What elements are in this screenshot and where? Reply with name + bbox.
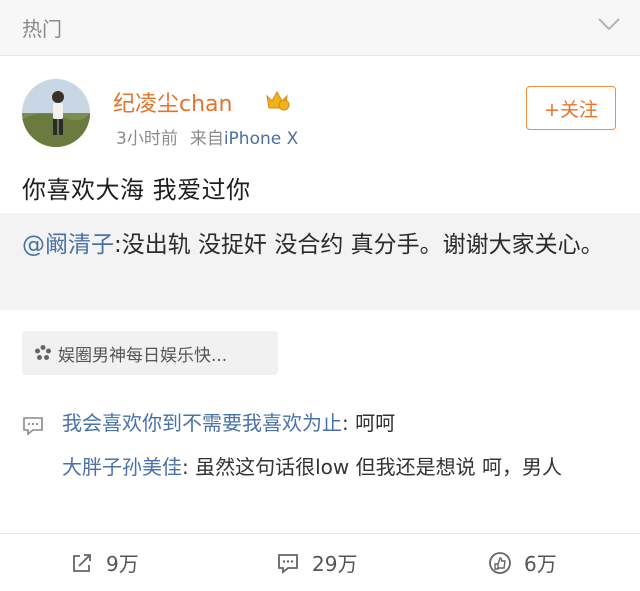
comment-author[interactable]: 我会喜欢你到不需要我喜欢为止 — [62, 411, 342, 435]
comment-author[interactable]: 大胖子孙美佳 — [62, 455, 182, 479]
comment-item: 我会喜欢你到不需要我喜欢为止: 呵呵 — [62, 407, 622, 439]
comment-text: : 虽然这句话很low 但我还是想说 呵，男人 — [182, 455, 562, 479]
share-button[interactable]: 9万 — [70, 548, 139, 577]
username[interactable]: 纪凌尘chan — [113, 86, 232, 118]
hot-header: 热门 — [0, 0, 640, 56]
flower-icon — [35, 345, 51, 360]
follow-button[interactable]: +关注 — [526, 86, 616, 130]
comment-item: 大胖子孙美佳: 虽然这句话很low 但我还是想说 呵，男人 — [62, 451, 622, 483]
comment-icon — [278, 553, 298, 574]
vip-crown-icon — [266, 90, 290, 111]
repost-text: @阚清子:没出轨 没捉奸 没合约 真分手。谢谢大家关心。 — [22, 227, 622, 263]
share-icon — [73, 553, 91, 572]
topic-chip[interactable]: 娱圈男神每日娱乐快... — [22, 331, 278, 375]
post-meta: 3小时前 来自iPhone X — [116, 124, 298, 149]
like-icon — [489, 551, 511, 574]
post-text: 你喜欢大海 我爱过你 — [22, 176, 251, 204]
source-prefix: 来自 — [189, 129, 224, 149]
repost-block[interactable]: @阚清子:没出轨 没捉奸 没合约 真分手。谢谢大家关心。 — [0, 213, 640, 310]
like-button[interactable]: 6万 — [488, 548, 557, 577]
repost-body: :没出轨 没捉奸 没合约 真分手。谢谢大家关心。 — [114, 232, 604, 258]
comment-text: : 呵呵 — [342, 411, 396, 435]
source-device[interactable]: iPhone X — [224, 129, 298, 149]
comment-button[interactable]: 29万 — [276, 548, 357, 577]
topic-label: 娱圈男神每日娱乐快... — [58, 345, 228, 366]
comment-count: 29万 — [312, 552, 358, 576]
avatar-image — [22, 79, 90, 147]
share-count: 9万 — [106, 552, 139, 576]
chevron-down-icon[interactable] — [596, 14, 622, 34]
action-bar: 9万 29万 6万 — [0, 533, 640, 591]
avatar[interactable] — [22, 79, 90, 147]
like-count: 6万 — [524, 552, 557, 576]
post-time: 3小时前 — [116, 129, 178, 149]
repost-mention[interactable]: @阚清子 — [22, 232, 114, 258]
section-title: 热门 — [22, 17, 62, 41]
comment-bubble-icon — [23, 417, 43, 436]
